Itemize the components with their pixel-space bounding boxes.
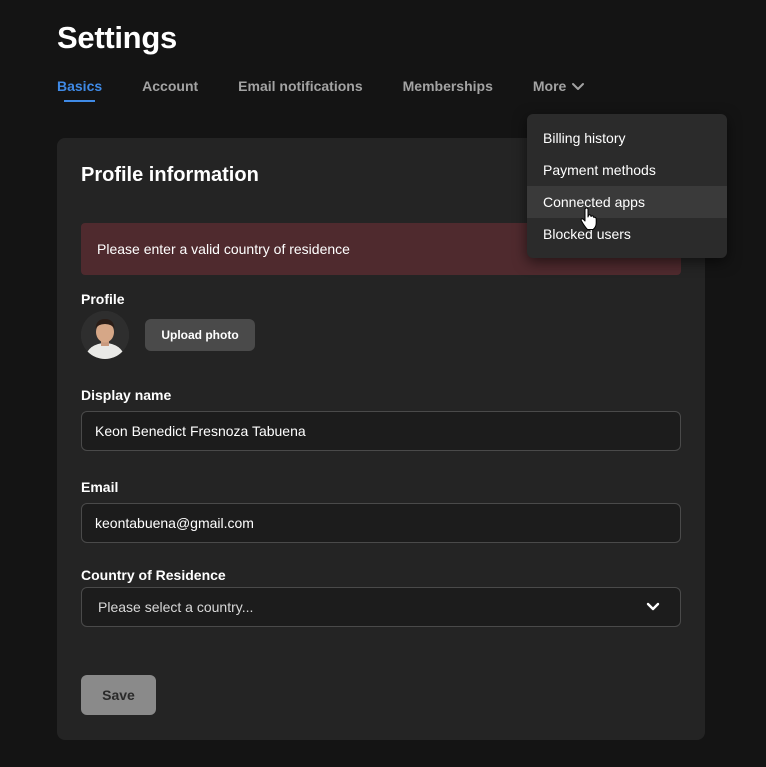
menu-item-connected-apps[interactable]: Connected apps xyxy=(527,186,727,218)
more-dropdown-menu: Billing history Payment methods Connecte… xyxy=(527,114,727,258)
page-title: Settings xyxy=(57,20,177,55)
settings-page: Settings Basics Account Email notificati… xyxy=(0,0,766,767)
menu-item-billing-history[interactable]: Billing history xyxy=(527,122,727,154)
tab-more-label: More xyxy=(532,78,567,94)
country-select[interactable]: Please select a country... xyxy=(81,587,681,627)
tab-more[interactable]: More xyxy=(533,78,585,104)
upload-photo-button[interactable]: Upload photo xyxy=(145,319,255,351)
profile-label: Profile xyxy=(81,291,125,307)
tab-account[interactable]: Account xyxy=(142,78,198,104)
email-field[interactable]: keontabuena@gmail.com xyxy=(81,503,681,543)
settings-tabs: Basics Account Email notifications Membe… xyxy=(57,78,585,108)
display-name-field[interactable]: Keon Benedict Fresnoza Tabuena xyxy=(81,411,681,451)
display-name-label: Display name xyxy=(81,387,172,403)
save-button[interactable]: Save xyxy=(81,675,156,715)
chevron-down-icon xyxy=(646,602,660,611)
hand-cursor-icon xyxy=(580,207,597,230)
menu-item-blocked-users[interactable]: Blocked users xyxy=(527,218,727,250)
chevron-down-icon xyxy=(572,82,585,90)
avatar-image xyxy=(81,311,129,359)
country-select-value: Please select a country... xyxy=(98,599,254,615)
tab-email-notifications[interactable]: Email notifications xyxy=(238,78,362,104)
tab-memberships[interactable]: Memberships xyxy=(403,78,493,104)
avatar xyxy=(81,311,129,359)
card-title: Profile information xyxy=(81,164,259,186)
country-label: Country of Residence xyxy=(81,567,226,583)
tab-basics[interactable]: Basics xyxy=(57,78,102,104)
email-label: Email xyxy=(81,479,119,495)
menu-item-payment-methods[interactable]: Payment methods xyxy=(527,154,727,186)
